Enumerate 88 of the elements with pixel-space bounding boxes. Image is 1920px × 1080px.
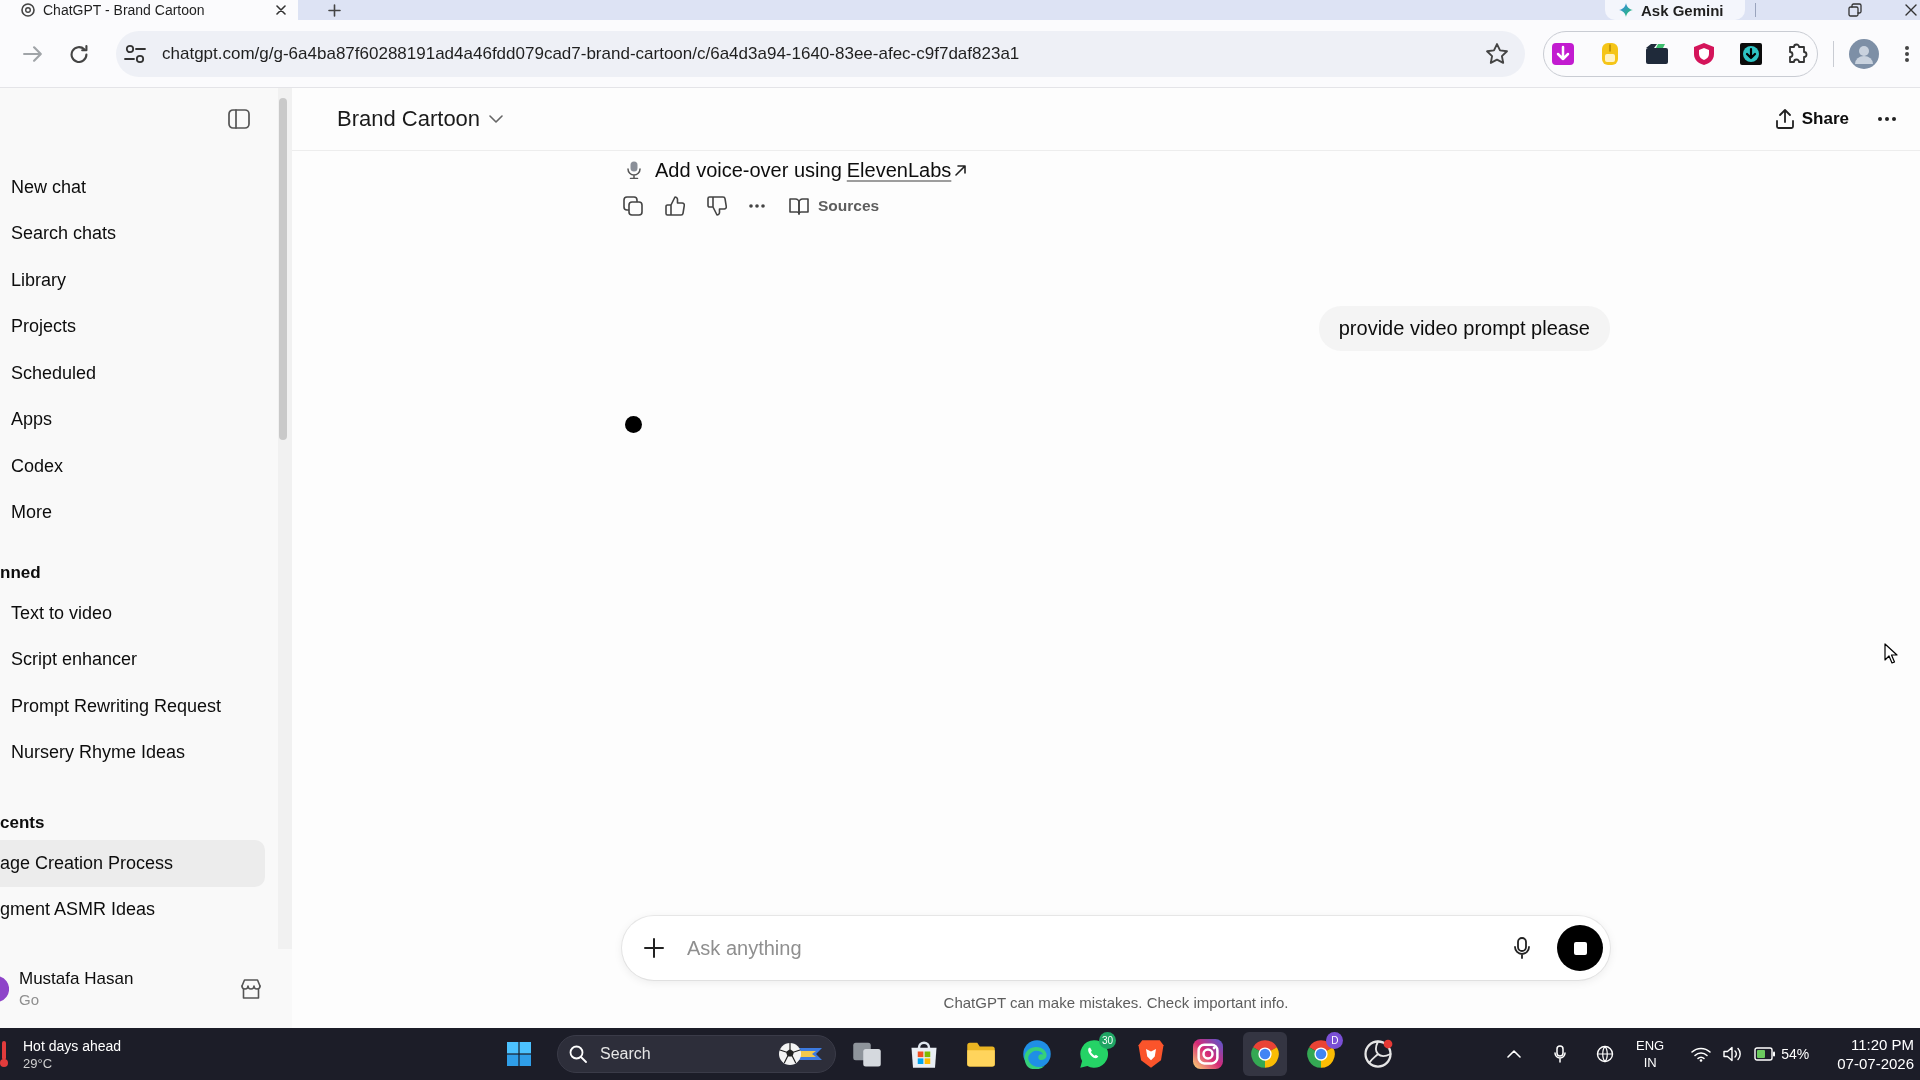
star-icon[interactable] (1486, 43, 1508, 64)
section-heading: nned (0, 562, 41, 584)
wifi-icon[interactable] (1691, 1046, 1712, 1062)
section-heading: cents (0, 812, 45, 834)
link[interactable]: ElevenLabs (846, 156, 952, 184)
chat-item[interactable]: Nursery Rhyme Ideas (0, 729, 265, 776)
avatar-icon[interactable] (1849, 38, 1879, 69)
external-link-icon (955, 164, 967, 176)
share-button[interactable]: Share (1775, 109, 1849, 129)
aperture-icon (1363, 1039, 1394, 1069)
start-icon[interactable] (507, 1042, 531, 1066)
message-text: Add voice-over using ElevenLabs (655, 156, 967, 184)
taskbar-button[interactable] (1242, 1032, 1287, 1076)
close-icon[interactable] (276, 5, 286, 15)
speaker-icon[interactable] (1723, 1046, 1744, 1062)
address-bar[interactable]: chatgpt.com/g/g-6a4ba87f60288191ad4a46fdd079cad7-brand-cartoon/c/6a4d3a94-1640-83ee-afec-c9f7daf823a1 (116, 30, 1525, 77)
logo-icon (21, 3, 35, 17)
menu-icon[interactable] (1905, 45, 1909, 62)
language-indicator[interactable]: ENG IN (1636, 1037, 1665, 1071)
title-dropdown[interactable]: Brand Cartoon (337, 102, 504, 136)
sources-button[interactable]: Sources (789, 197, 880, 215)
shield-icon[interactable] (1692, 41, 1716, 66)
sparkle-icon (1619, 3, 1633, 17)
globe-icon[interactable] (1596, 1045, 1615, 1063)
plus-icon[interactable] (328, 3, 341, 17)
sidebar-item[interactable]: Library (0, 257, 265, 304)
notification-badge: 30 (1099, 1032, 1117, 1049)
copy-icon[interactable] (623, 196, 643, 216)
chat-item[interactable]: Text to video (0, 590, 265, 637)
shield-icon (1136, 1039, 1166, 1069)
sidebar-item[interactable]: More (0, 489, 265, 536)
microphone-icon[interactable] (1514, 937, 1530, 959)
microphone-icon[interactable] (1554, 1045, 1567, 1063)
scrollbar-thumb[interactable] (279, 98, 287, 440)
chat-item[interactable]: Prompt Rewriting Request (0, 683, 265, 730)
search-icon (569, 1045, 587, 1063)
swirl-icon (1022, 1039, 1053, 1069)
share-icon (1775, 109, 1794, 129)
sidebar-item[interactable]: Codex (0, 443, 265, 490)
chat-item[interactable]: gment ASMR Ideas (0, 886, 265, 933)
restore-icon[interactable] (1848, 3, 1862, 17)
thumbs-up-icon[interactable] (665, 196, 685, 216)
search-field[interactable]: Search (557, 1035, 836, 1073)
notification-badge: D (1326, 1032, 1344, 1049)
chat-item[interactable]: age Creation Process (0, 840, 265, 887)
stop-button[interactable] (1557, 925, 1603, 971)
site-settings-icon[interactable] (124, 43, 146, 64)
microphone-icon (627, 161, 641, 179)
sidebar-toggle-icon[interactable] (228, 109, 250, 129)
stop-icon (1573, 941, 1587, 955)
battery-percent: 54% (1781, 1046, 1810, 1062)
sidebar-item[interactable]: Projects (0, 303, 265, 350)
weather-widget[interactable]: Hot days ahead 29°C (0, 1036, 122, 1072)
ball-icon (778, 1042, 824, 1066)
sidebar-item[interactable]: Apps (0, 396, 265, 443)
thumbs-down-icon[interactable] (707, 196, 727, 216)
sidebar-item[interactable]: Scheduled (0, 350, 265, 397)
reload-icon[interactable] (70, 44, 88, 63)
user-message: provide video prompt please (1318, 306, 1610, 351)
more-icon[interactable] (1878, 117, 1896, 121)
battery-icon[interactable] (1754, 1047, 1777, 1061)
ask-gemini-button[interactable]: Ask Gemini (1605, 0, 1745, 20)
wheel-icon (1249, 1039, 1280, 1069)
message-input[interactable]: Ask anything (687, 932, 1494, 964)
sidebar-item[interactable]: Search chats (0, 210, 265, 257)
chevron-up-icon[interactable] (1507, 1050, 1522, 1058)
cursor-icon (1884, 643, 1898, 664)
clapperboard-icon[interactable] (1645, 41, 1669, 66)
avatar-icon[interactable] (0, 975, 9, 1002)
user-name: Mustafa Hasan (19, 967, 134, 990)
camera-icon (1192, 1039, 1223, 1069)
sidebar-item[interactable]: New chat (0, 164, 265, 211)
loading-dot-icon (625, 416, 642, 433)
book-icon (789, 197, 809, 215)
store-icon[interactable] (240, 978, 262, 999)
plan-label: Go (19, 989, 39, 1010)
chat-item[interactable]: Script enhancer (0, 636, 265, 683)
close-icon[interactable] (1905, 4, 1917, 16)
thermometer-icon (0, 1041, 8, 1067)
chevron-down-icon (489, 115, 504, 123)
disclaimer-text: ChatGPT can make mistakes. Check important info. (943, 993, 1289, 1013)
browser-tab[interactable]: ChatGPT - Brand Cartoon (0, 0, 298, 20)
clock[interactable]: 11:20 PM 07-07-2026 (1837, 1035, 1914, 1073)
plus-icon[interactable] (644, 938, 664, 958)
download-icon[interactable] (1739, 41, 1763, 66)
more-icon[interactable] (749, 204, 765, 208)
extensions-icon[interactable] (1786, 41, 1810, 66)
taskbar-button[interactable]: D (1299, 1032, 1344, 1076)
